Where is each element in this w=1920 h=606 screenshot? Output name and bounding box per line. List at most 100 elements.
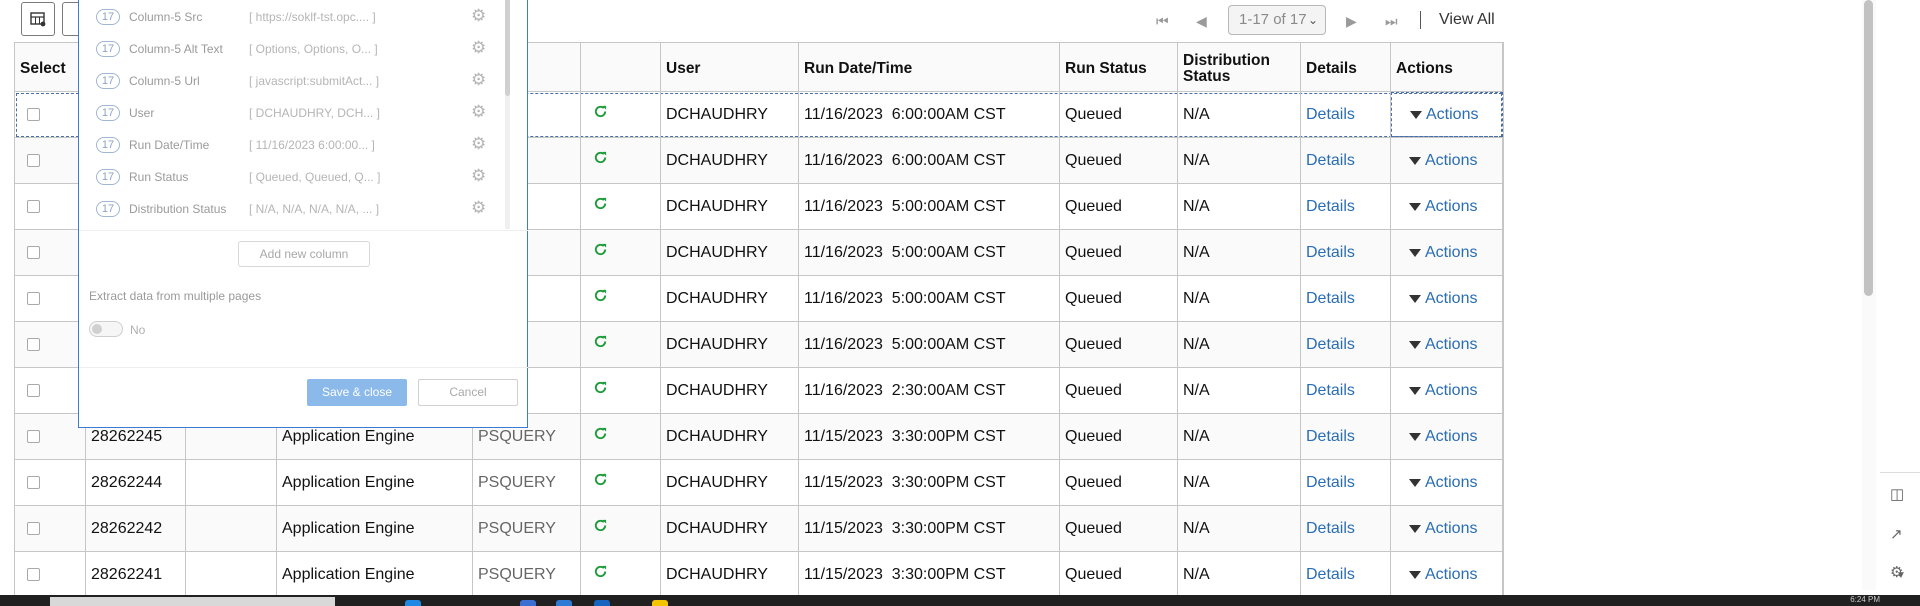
actions-menu[interactable]: Actions — [1391, 184, 1503, 229]
row-checkbox[interactable] — [27, 384, 40, 397]
gear-icon[interactable]: ⚙ — [471, 166, 486, 186]
actions-menu[interactable]: Actions — [1391, 368, 1503, 413]
row-checkbox[interactable] — [27, 338, 40, 351]
row-checkbox[interactable] — [27, 476, 40, 489]
details-link[interactable]: Details — [1301, 414, 1391, 459]
grid-settings-button[interactable] — [21, 2, 55, 36]
refresh-icon[interactable] — [593, 150, 608, 165]
actions-link[interactable]: Actions — [1425, 474, 1477, 492]
refresh-icon[interactable] — [593, 564, 608, 579]
last-page-icon[interactable]: ⏭ — [1385, 13, 1398, 30]
header-distribution-status[interactable]: Distribution Status — [1178, 42, 1301, 92]
settings-gear-icon[interactable]: ⚙ — [1890, 563, 1903, 581]
column-list-item[interactable]: 17 Column-5 Alt Text [ Options, Options, O… — [79, 33, 509, 65]
actions-menu[interactable]: Actions — [1391, 230, 1503, 275]
column-list-item[interactable]: 17 Column-5 Url [ javascript:submitAct... … — [79, 65, 509, 97]
page-scrollbar-thumb[interactable] — [1864, 0, 1873, 296]
refresh-icon[interactable] — [593, 104, 608, 119]
row-checkbox[interactable] — [27, 522, 40, 535]
row-checkbox[interactable] — [27, 430, 40, 443]
actions-link[interactable]: Actions — [1425, 198, 1477, 216]
actions-link[interactable]: Actions — [1425, 152, 1477, 170]
taskbar-app-icon[interactable] — [405, 600, 421, 606]
column-list-item[interactable]: 17 Run Date/Time [ 11/16/2023 6:00:00... ]… — [79, 129, 509, 161]
extract-multiple-pages-label: Extract data from multiple pages — [89, 289, 262, 303]
column-list-item[interactable]: 17 User [ DCHAUDHRY, DCH... ] ⚙ — [79, 97, 509, 129]
actions-link[interactable]: Actions — [1426, 106, 1478, 124]
gear-icon[interactable]: ⚙ — [471, 198, 486, 218]
details-link[interactable]: Details — [1301, 138, 1391, 183]
header-run-datetime[interactable]: Run Date/Time — [799, 42, 1060, 92]
row-checkbox[interactable] — [27, 292, 40, 305]
refresh-icon[interactable] — [593, 334, 608, 349]
gear-icon[interactable]: ⚙ — [471, 70, 486, 90]
actions-menu[interactable]: Actions — [1391, 276, 1503, 321]
details-link[interactable]: Details — [1301, 322, 1391, 367]
prev-page-icon[interactable]: ◀ — [1196, 13, 1207, 30]
column-list-item[interactable]: 17 Distribution Status [ N/A, N/A, N/A, N/… — [79, 193, 509, 225]
table-row[interactable]: 28262242 Application Engine PSQUERY DCHAUDH… — [15, 506, 1503, 552]
refresh-icon[interactable] — [593, 426, 608, 441]
actions-menu[interactable]: Actions — [1391, 460, 1503, 505]
details-link[interactable]: Details — [1301, 460, 1391, 505]
table-row[interactable]: 28262244 Application Engine PSQUERY DCHAUDH… — [15, 460, 1503, 506]
refresh-icon[interactable] — [593, 196, 608, 211]
actions-link[interactable]: Actions — [1425, 290, 1477, 308]
details-link[interactable]: Details — [1301, 184, 1391, 229]
header-select[interactable]: Select — [15, 42, 86, 92]
details-link[interactable]: Details — [1301, 92, 1391, 137]
row-checkbox[interactable] — [27, 200, 40, 213]
row-checkbox[interactable] — [27, 246, 40, 259]
taskbar-app-icon[interactable] — [520, 600, 536, 606]
actions-link[interactable]: Actions — [1425, 336, 1477, 354]
actions-menu[interactable]: Actions — [1391, 322, 1503, 367]
actions-menu[interactable]: Actions — [1391, 414, 1503, 459]
actions-link[interactable]: Actions — [1425, 244, 1477, 262]
taskbar-search-box[interactable] — [50, 597, 335, 606]
row-checkbox[interactable] — [27, 108, 40, 121]
actions-link[interactable]: Actions — [1425, 382, 1477, 400]
refresh-icon[interactable] — [593, 288, 608, 303]
details-link[interactable]: Details — [1301, 368, 1391, 413]
refresh-icon[interactable] — [593, 242, 608, 257]
header-run-status[interactable]: Run Status — [1060, 42, 1178, 92]
actions-link[interactable]: Actions — [1425, 520, 1477, 538]
taskbar-app-icon[interactable] — [556, 600, 572, 606]
view-all-link[interactable]: View All — [1439, 11, 1495, 29]
actions-menu[interactable]: Actions — [1391, 552, 1503, 597]
actions-link[interactable]: Actions — [1425, 428, 1477, 446]
header-user[interactable]: User — [661, 42, 799, 92]
open-external-icon[interactable]: ↗ — [1890, 525, 1903, 543]
actions-link[interactable]: Actions — [1425, 566, 1477, 584]
details-link[interactable]: Details — [1301, 552, 1391, 597]
cancel-button[interactable]: Cancel — [418, 379, 518, 406]
gear-icon[interactable]: ⚙ — [471, 6, 486, 26]
row-checkbox[interactable] — [27, 154, 40, 167]
details-link[interactable]: Details — [1301, 230, 1391, 275]
next-page-icon[interactable]: ▶ — [1346, 13, 1357, 30]
gear-icon[interactable]: ⚙ — [471, 38, 486, 58]
extract-multiple-pages-toggle[interactable] — [89, 321, 123, 337]
taskbar-app-icon[interactable] — [594, 600, 610, 606]
refresh-icon[interactable] — [593, 380, 608, 395]
gear-icon[interactable]: ⚙ — [471, 102, 486, 122]
refresh-icon[interactable] — [593, 472, 608, 487]
details-link[interactable]: Details — [1301, 506, 1391, 551]
page-range-select[interactable]: 1-17 of 17 ⌄ — [1228, 5, 1326, 35]
column-list-item[interactable]: 17 Column-5 Src [ https://soklf-tst.opc...… — [79, 1, 509, 33]
column-list-item[interactable]: 17 Run Status [ Queued, Queued, Q... ] ⚙ — [79, 161, 509, 193]
save-close-button[interactable]: Save & close — [307, 379, 407, 406]
add-new-column-button[interactable]: Add new column — [238, 241, 370, 267]
actions-menu[interactable]: Actions — [1391, 506, 1503, 551]
actions-menu[interactable]: Actions — [1391, 92, 1503, 137]
actions-menu[interactable]: Actions — [1391, 138, 1503, 183]
row-checkbox[interactable] — [27, 568, 40, 581]
table-row[interactable]: 28262241 Application Engine PSQUERY DCHAUDH… — [15, 552, 1503, 598]
sidebar-panel-icon[interactable]: ◫ — [1890, 485, 1904, 503]
details-link[interactable]: Details — [1301, 276, 1391, 321]
first-page-icon[interactable]: ⏮ — [1156, 13, 1169, 30]
refresh-icon[interactable] — [593, 518, 608, 533]
taskbar-app-icon[interactable] — [652, 600, 668, 606]
column-list-scroll-thumb[interactable] — [505, 0, 510, 96]
gear-icon[interactable]: ⚙ — [471, 134, 486, 154]
